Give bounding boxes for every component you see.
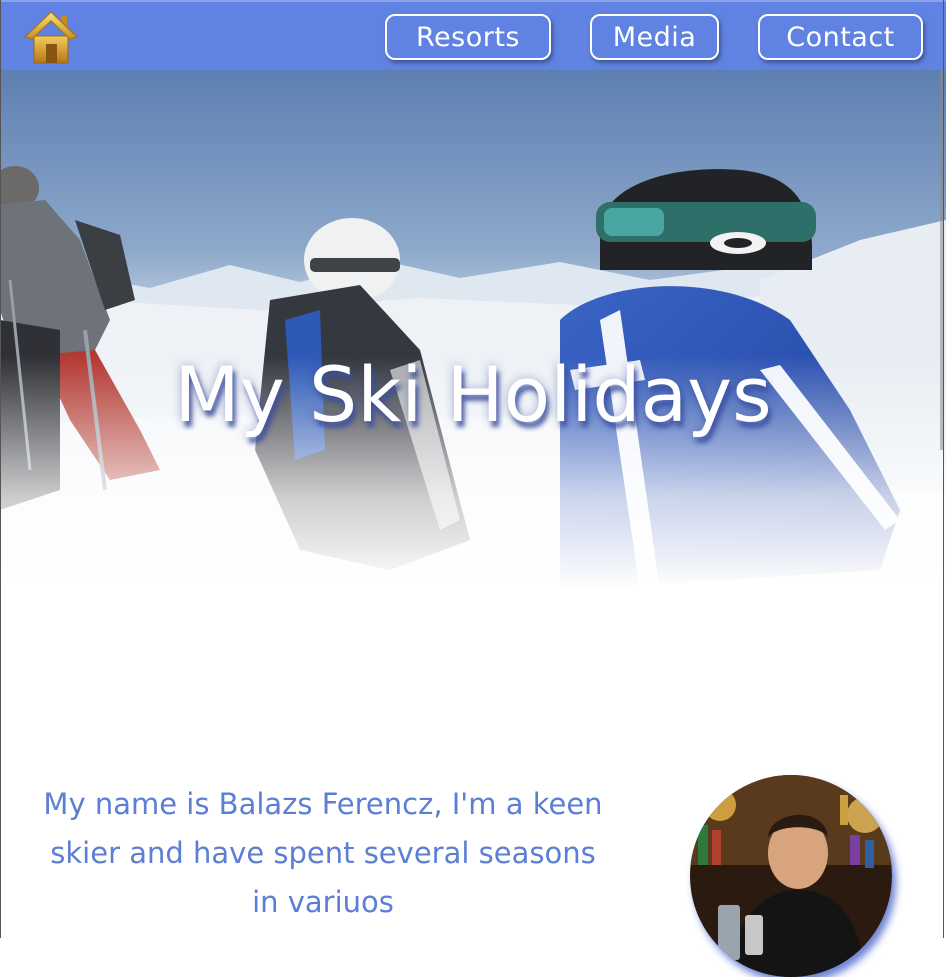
contact-button[interactable]: Contact (758, 14, 923, 60)
intro-text: My name is Balazs Ferencz, I'm a keen sk… (43, 787, 603, 919)
resorts-button[interactable]: Resorts (385, 14, 551, 60)
hero-banner: My Ski Holidays (0, 70, 946, 590)
profile-avatar (690, 775, 892, 977)
media-button[interactable]: Media (590, 14, 719, 60)
home-icon (23, 11, 79, 64)
scrollbar[interactable] (940, 70, 944, 450)
home-link[interactable] (22, 8, 80, 66)
hero-title: My Ski Holidays (174, 350, 772, 439)
profile-photo (690, 775, 892, 977)
hero-photo (0, 70, 946, 590)
top-navbar: Resorts Media Contact (0, 0, 946, 70)
